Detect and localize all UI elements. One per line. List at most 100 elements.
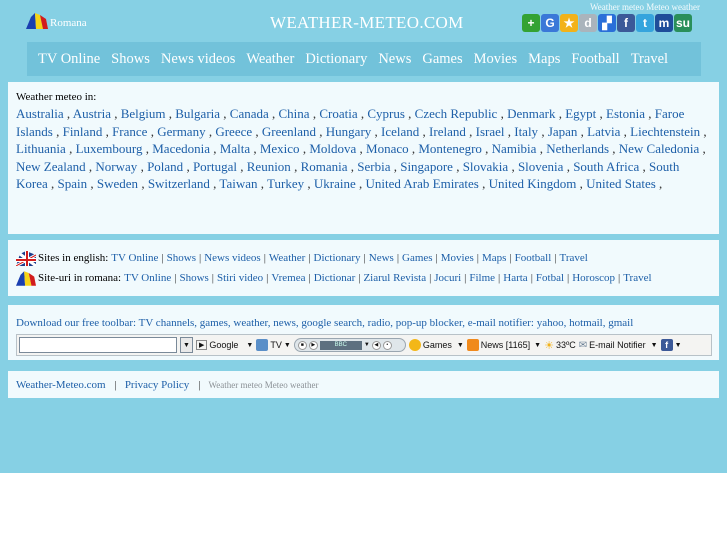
country-link-lithuania[interactable]: Lithuania (16, 141, 66, 156)
ro-site-link-jocuri[interactable]: Jocuri (434, 272, 461, 284)
en-site-link-maps[interactable]: Maps (482, 252, 506, 264)
nav-weather[interactable]: Weather (246, 51, 294, 68)
toolbar-email-notifier[interactable]: ✉ E-mail Notifier ▼ (579, 340, 658, 351)
country-link-switzerland[interactable]: Switzerland (148, 176, 210, 191)
stumbleupon-icon[interactable]: su (674, 14, 692, 32)
ro-site-link-horoscop[interactable]: Horoscop (572, 272, 615, 284)
ro-site-link-fotbal[interactable]: Fotbal (536, 272, 564, 284)
country-link-slovakia[interactable]: Slovakia (463, 159, 509, 174)
toolbar-google-search[interactable]: ▶ Google ▼ (196, 340, 253, 350)
country-link-australia[interactable]: Australia (16, 106, 64, 121)
en-site-link-movies[interactable]: Movies (441, 252, 474, 264)
country-link-united-arab-emirates[interactable]: United Arab Emirates (365, 176, 478, 191)
twitter-icon[interactable]: t (636, 14, 654, 32)
country-link-norway[interactable]: Norway (95, 159, 137, 174)
country-link-reunion[interactable]: Reunion (247, 159, 291, 174)
country-link-montenegro[interactable]: Montenegro (418, 141, 482, 156)
en-site-link-games[interactable]: Games (402, 252, 433, 264)
country-link-belgium[interactable]: Belgium (121, 106, 166, 121)
toolbar-tv[interactable]: TV ▼ (256, 339, 291, 351)
country-link-malta[interactable]: Malta (220, 141, 250, 156)
country-link-serbia[interactable]: Serbia (357, 159, 390, 174)
country-link-ukraine[interactable]: Ukraine (314, 176, 356, 191)
nav-travel[interactable]: Travel (631, 51, 668, 68)
nav-games[interactable]: Games (422, 51, 462, 68)
country-link-luxembourg[interactable]: Luxembourg (76, 141, 143, 156)
nav-tv-online[interactable]: TV Online (38, 51, 100, 68)
en-site-link-weather[interactable]: Weather (269, 252, 305, 264)
en-site-link-dictionary[interactable]: Dictionary (314, 252, 361, 264)
country-link-estonia[interactable]: Estonia (606, 106, 645, 121)
toolbar-games[interactable]: Games ▼ (408, 339, 464, 351)
country-link-new-zealand[interactable]: New Zealand (16, 159, 86, 174)
nav-news-videos[interactable]: News videos (161, 51, 236, 68)
country-link-romania[interactable]: Romania (301, 159, 348, 174)
country-link-cyprus[interactable]: Cyprus (367, 106, 405, 121)
en-site-link-travel[interactable]: Travel (560, 252, 588, 264)
toolbar-radio-player[interactable]: ■ ▶ BBC ▼ ◀ • (293, 338, 406, 352)
nav-movies[interactable]: Movies (474, 51, 518, 68)
nav-maps[interactable]: Maps (528, 51, 560, 68)
toolbar-search-input[interactable] (19, 337, 177, 353)
toolbar-facebook[interactable]: f ▼ (660, 339, 682, 351)
country-link-hungary[interactable]: Hungary (326, 124, 372, 139)
country-link-germany[interactable]: Germany (157, 124, 205, 139)
en-site-link-news-videos[interactable]: News videos (204, 252, 261, 264)
country-link-united-kingdom[interactable]: United Kingdom (489, 176, 577, 191)
nav-dictionary[interactable]: Dictionary (305, 51, 367, 68)
country-link-austria[interactable]: Austria (73, 106, 111, 121)
country-link-slovenia[interactable]: Slovenia (518, 159, 564, 174)
country-link-japan[interactable]: Japan (548, 124, 578, 139)
ro-site-link-travel[interactable]: Travel (623, 272, 651, 284)
country-link-italy[interactable]: Italy (514, 124, 538, 139)
nav-shows[interactable]: Shows (111, 51, 150, 68)
digg-icon[interactable]: d (579, 14, 597, 32)
en-site-link-shows[interactable]: Shows (167, 252, 196, 264)
country-link-israel[interactable]: Israel (476, 124, 505, 139)
country-link-china[interactable]: China (279, 106, 310, 121)
ro-site-link-ziarul-revista[interactable]: Ziarul Revista (363, 272, 426, 284)
country-link-south-africa[interactable]: South Africa (573, 159, 639, 174)
country-link-sweden[interactable]: Sweden (97, 176, 138, 191)
footer-site-link[interactable]: Weather-Meteo.com (16, 379, 106, 391)
site-logo[interactable]: WEATHER-METEO.COM (270, 13, 464, 33)
google-icon[interactable]: G (541, 14, 559, 32)
facebook-icon[interactable]: f (617, 14, 635, 32)
country-link-czech-republic[interactable]: Czech Republic (415, 106, 498, 121)
country-link-new-caledonia[interactable]: New Caledonia (619, 141, 700, 156)
country-link-namibia[interactable]: Namibia (492, 141, 537, 156)
country-link-mexico[interactable]: Mexico (260, 141, 300, 156)
country-link-spain[interactable]: Spain (58, 176, 88, 191)
nav-news[interactable]: News (378, 51, 411, 68)
country-link-croatia[interactable]: Croatia (319, 106, 357, 121)
en-site-link-news[interactable]: News (369, 252, 394, 264)
ro-site-link-tv-online[interactable]: TV Online (124, 272, 171, 284)
country-link-turkey[interactable]: Turkey (267, 176, 304, 191)
ro-site-link-filme[interactable]: Filme (469, 272, 495, 284)
country-link-macedonia[interactable]: Macedonia (152, 141, 210, 156)
country-link-bulgaria[interactable]: Bulgaria (175, 106, 220, 121)
country-link-egypt[interactable]: Egypt (565, 106, 596, 121)
country-link-singapore[interactable]: Singapore (400, 159, 453, 174)
chevron-down-icon[interactable]: ▼ (180, 337, 193, 353)
nav-football[interactable]: Football (571, 51, 619, 68)
romanian-language-link[interactable]: Romana (26, 13, 87, 29)
country-link-france[interactable]: France (112, 124, 147, 139)
delicious-icon[interactable]: ▞ (598, 14, 616, 32)
toolbar-download-link[interactable]: Download our free toolbar: TV channels, … (16, 317, 633, 329)
toolbar-news[interactable]: News [1165] ▼ (466, 339, 541, 351)
ro-site-link-dictionar[interactable]: Dictionar (314, 272, 356, 284)
country-link-portugal[interactable]: Portugal (193, 159, 237, 174)
country-link-iceland[interactable]: Iceland (381, 124, 419, 139)
country-link-moldova[interactable]: Moldova (309, 141, 356, 156)
country-link-ireland[interactable]: Ireland (429, 124, 466, 139)
privacy-policy-link[interactable]: Privacy Policy (125, 379, 189, 391)
ro-site-link-vremea[interactable]: Vremea (271, 272, 305, 284)
country-link-canada[interactable]: Canada (230, 106, 269, 121)
country-link-latvia[interactable]: Latvia (587, 124, 620, 139)
country-link-finland[interactable]: Finland (63, 124, 103, 139)
ro-site-link-stiri-video[interactable]: Stiri video (217, 272, 263, 284)
en-site-link-tv-online[interactable]: TV Online (111, 252, 158, 264)
ro-site-link-shows[interactable]: Shows (179, 272, 208, 284)
country-link-netherlands[interactable]: Netherlands (546, 141, 609, 156)
